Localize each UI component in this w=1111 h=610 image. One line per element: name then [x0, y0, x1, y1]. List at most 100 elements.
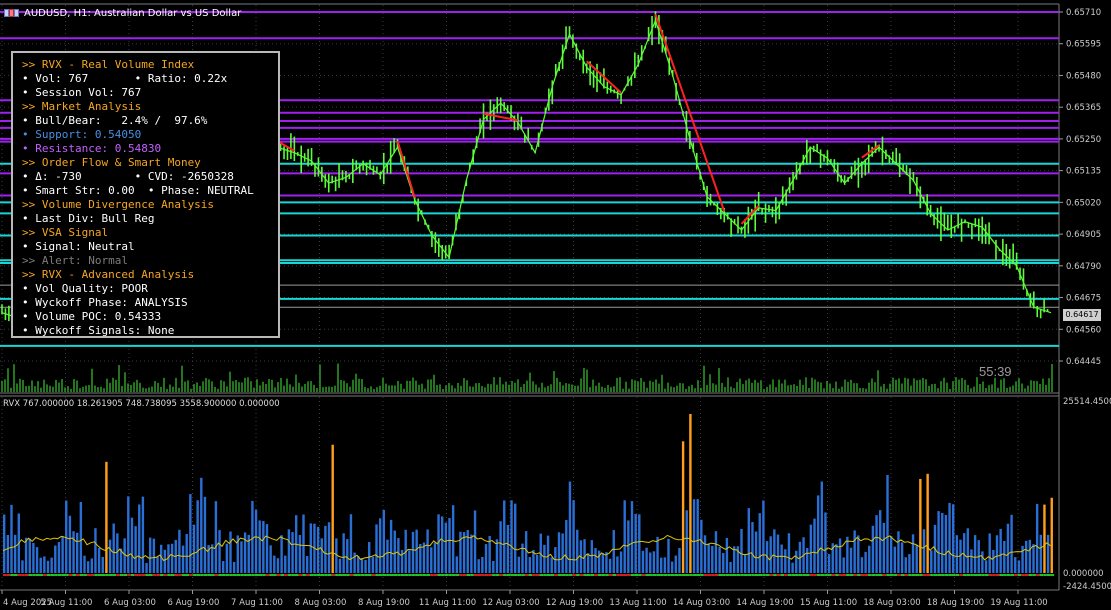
- volume-bar: [108, 539, 112, 573]
- volume-bar: [353, 552, 356, 573]
- volume-bar: [397, 538, 400, 573]
- signal-marker: [700, 574, 704, 576]
- signal-marker: [937, 574, 941, 576]
- volume-bar: [492, 560, 495, 573]
- signal-marker: [39, 574, 44, 576]
- signal-marker: [908, 574, 912, 576]
- signal-marker: [656, 574, 660, 576]
- signal-marker: [316, 574, 321, 576]
- volume-bar: [535, 554, 539, 573]
- volume-bar: [342, 533, 345, 573]
- signal-marker: [192, 574, 197, 576]
- signal-marker: [17, 574, 22, 576]
- volume-bar: [83, 555, 86, 573]
- volume-bar: [645, 547, 648, 573]
- signal-marker: [481, 574, 485, 576]
- volume-bar: [944, 514, 948, 573]
- volume-bar: [587, 553, 590, 573]
- volume-bar: [1010, 514, 1013, 573]
- volume-bar: [696, 499, 699, 573]
- volume-bar: [897, 531, 900, 573]
- volume-bar: [473, 510, 477, 573]
- signal-marker: [254, 574, 259, 576]
- signal-marker: [959, 574, 963, 576]
- signal-marker: [273, 574, 277, 576]
- signal-marker: [28, 574, 33, 576]
- volume-bar: [65, 500, 68, 573]
- price-tick-label: 0.64905: [1066, 230, 1101, 240]
- volume-bar: [54, 545, 57, 573]
- volume-bar: [995, 535, 999, 573]
- signal-marker: [287, 574, 292, 576]
- signal-marker: [941, 574, 945, 576]
- info-line: • Support: 0.54050: [22, 128, 142, 141]
- signal-marker: [327, 574, 332, 576]
- volume-bar: [203, 496, 207, 573]
- signal-marker: [532, 574, 536, 576]
- time-tick-label: 7 Aug 11:00: [231, 598, 283, 608]
- signal-marker: [773, 574, 777, 576]
- volume-bar: [386, 539, 389, 573]
- signal-marker: [623, 574, 628, 576]
- signal-marker: [473, 574, 478, 576]
- volume-bar: [565, 520, 568, 573]
- info-line: • Smart Str: 0.00 • Phase: NEUTRAL: [22, 184, 254, 197]
- info-line: • Bull/Bear: 2.4% / 97.6%: [22, 114, 208, 127]
- volume-bar: [211, 544, 214, 573]
- signal-marker: [550, 574, 555, 576]
- signal-marker: [430, 574, 434, 576]
- signal-marker: [583, 574, 587, 576]
- volume-bar: [39, 557, 42, 573]
- volume-bar: [470, 534, 473, 573]
- volume-bar: [43, 556, 46, 573]
- signal-marker: [879, 574, 883, 576]
- signal-marker: [1039, 574, 1044, 576]
- signal-marker: [886, 574, 890, 576]
- signal-marker: [54, 574, 58, 576]
- signal-marker: [754, 574, 759, 576]
- volume-bar: [298, 534, 302, 573]
- signal-marker: [641, 574, 646, 576]
- volume-bar: [773, 529, 776, 573]
- volume-bar: [641, 550, 645, 573]
- info-line: >> VSA Signal: [22, 226, 109, 239]
- signal-marker: [79, 574, 84, 576]
- signal-marker: [141, 574, 146, 576]
- volume-bar: [426, 529, 429, 573]
- volume-bar: [835, 544, 838, 573]
- signal-marker: [101, 574, 106, 576]
- signal-marker: [528, 574, 533, 576]
- signal-marker: [196, 574, 201, 576]
- signal-marker: [692, 574, 697, 576]
- signal-marker: [170, 574, 175, 576]
- signal-marker: [594, 574, 598, 576]
- price-tick-label: 0.64675: [1066, 294, 1101, 304]
- signal-marker: [145, 574, 149, 576]
- signal-marker: [955, 574, 960, 576]
- signal-marker: [678, 574, 682, 576]
- time-tick-label: 15 Aug 11:00: [800, 598, 857, 608]
- volume-bar: [510, 500, 513, 573]
- volume-bar: [21, 560, 24, 573]
- signal-marker: [535, 574, 540, 576]
- signal-marker: [167, 574, 171, 576]
- signal-marker: [466, 574, 471, 576]
- bearish-wedge-mark: [396, 140, 416, 198]
- volume-bar: [79, 502, 83, 573]
- volume-bar: [251, 500, 254, 573]
- signal-marker: [568, 574, 573, 576]
- volume-bar: [382, 509, 385, 573]
- signal-marker: [116, 574, 120, 576]
- info-line: >> RVX - Advanced Analysis: [22, 268, 195, 281]
- signal-marker: [649, 574, 653, 576]
- volume-spike-bar: [105, 461, 108, 573]
- volume-bar: [192, 524, 196, 573]
- signal-marker: [302, 574, 306, 576]
- signal-marker: [579, 574, 584, 576]
- signal-marker: [813, 574, 817, 576]
- signal-marker: [105, 574, 109, 576]
- signal-marker: [411, 574, 416, 576]
- signal-marker: [43, 574, 47, 576]
- signal-marker: [557, 574, 562, 576]
- volume-bar: [857, 535, 860, 573]
